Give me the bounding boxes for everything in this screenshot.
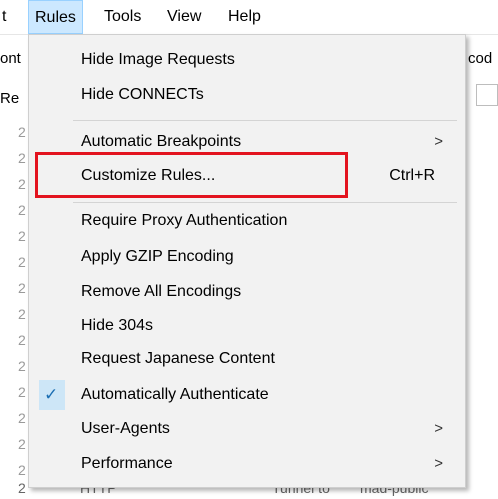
menu-bar: t Rules Tools View Help — [0, 0, 498, 35]
menu-item-apply-gzip-encoding[interactable]: Apply GZIP Encoding — [29, 242, 465, 272]
checkmark-glyph: ✓ — [44, 385, 59, 404]
menu-separator — [73, 120, 457, 121]
menu-item-request-japanese-content[interactable]: Request Japanese Content — [29, 344, 465, 374]
menu-item-label: Hide 304s — [81, 317, 154, 334]
session-number: 2 — [18, 480, 26, 496]
submenu-arrow-icon: > — [434, 133, 443, 150]
menubar-item-partial[interactable]: t — [0, 0, 12, 34]
background-column-label: Re — [0, 90, 20, 107]
menu-item-label: Performance — [81, 455, 173, 472]
menubar-item-help[interactable]: Help — [222, 0, 267, 34]
menubar-item-tools[interactable]: Tools — [98, 0, 147, 34]
checkmark-icon: ✓ — [39, 380, 65, 410]
background-toolbar-label-right: cod — [468, 50, 493, 67]
menu-item-shortcut: Ctrl+R — [389, 167, 435, 184]
menu-item-label: Automatically Authenticate — [81, 386, 269, 403]
menu-item-label: Hide Image Requests — [81, 51, 235, 68]
menu-item-user-agents[interactable]: User-Agents > — [29, 414, 465, 444]
rules-menu: Hide Image Requests Hide CONNECTs Automa… — [28, 34, 466, 488]
menu-item-label: User-Agents — [81, 420, 170, 437]
annotation-highlight-box — [35, 152, 348, 198]
menu-item-label: Hide CONNECTs — [81, 86, 204, 103]
menu-separator — [73, 202, 457, 203]
menu-item-label: Remove All Encodings — [81, 283, 242, 300]
menu-item-require-proxy-authentication[interactable]: Require Proxy Authentication — [29, 206, 465, 236]
submenu-arrow-icon: > — [434, 455, 443, 472]
menu-item-hide-304s[interactable]: Hide 304s — [29, 311, 465, 341]
submenu-arrow-icon: > — [434, 420, 443, 437]
menu-item-hide-image-requests[interactable]: Hide Image Requests — [29, 45, 465, 75]
menu-item-performance[interactable]: Performance > — [29, 449, 465, 479]
menu-item-label: Require Proxy Authentication — [81, 212, 288, 229]
background-input-field[interactable] — [476, 84, 498, 106]
background-toolbar-label: ont — [0, 50, 21, 67]
menu-item-automatically-authenticate[interactable]: ✓ Automatically Authenticate — [29, 380, 465, 410]
menu-item-label: Request Japanese Content — [81, 350, 275, 367]
menubar-item-view[interactable]: View — [161, 0, 207, 34]
menu-item-hide-connects[interactable]: Hide CONNECTs — [29, 80, 465, 110]
menu-item-label: Apply GZIP Encoding — [81, 248, 234, 265]
menubar-item-rules[interactable]: Rules — [28, 0, 83, 34]
menu-item-remove-all-encodings[interactable]: Remove All Encodings — [29, 277, 465, 307]
